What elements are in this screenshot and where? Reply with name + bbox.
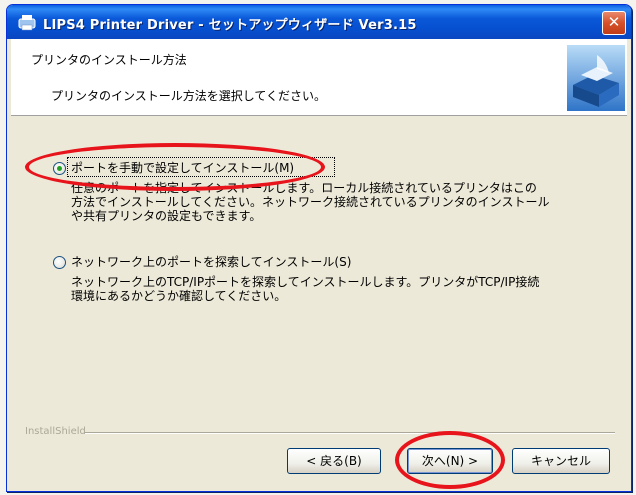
close-icon: ✕ (607, 13, 621, 31)
back-button[interactable]: < 戻る(B) (287, 448, 381, 474)
wizard-header: プリンタのインストール方法 プリンタのインストール方法を選択してください。 (11, 39, 627, 116)
option-search-port-label[interactable]: ネットワーク上のポートを探索してインストール(S) (71, 253, 351, 270)
printer-app-icon (18, 15, 36, 31)
installshield-label: InstallShield (25, 426, 86, 437)
window-title: LIPS4 Printer Driver - セットアップウィザード Ver3.… (43, 18, 417, 33)
page-subtitle: プリンタのインストール方法を選択してください。 (51, 89, 327, 103)
radio-search-port[interactable] (53, 256, 66, 269)
option-manual-port-desc-3: や共有プリンタの設定もできます。 (71, 209, 262, 223)
cancel-button[interactable]: キャンセル (512, 448, 610, 474)
option-search-port-desc-2: 環境にあるかどうか確認してください。 (71, 289, 287, 303)
option-search-port-desc-1: ネットワーク上のTCP/IPポートを探索してインストールします。プリンタがTCP… (71, 275, 540, 289)
annotation-ellipse-next (395, 431, 505, 489)
wizard-graphic-icon (567, 45, 625, 111)
setup-wizard-window: LIPS4 Printer Driver - セットアップウィザード Ver3.… (6, 4, 632, 492)
footer-divider (85, 432, 615, 434)
close-button[interactable]: ✕ (602, 11, 626, 35)
option-manual-port-desc-2: 方法でインストールしてください。ネットワーク接続されているプリンタのインストール (71, 195, 550, 209)
title-bar[interactable]: LIPS4 Printer Driver - セットアップウィザード Ver3.… (7, 5, 631, 39)
page-title: プリンタのインストール方法 (31, 53, 187, 67)
annotation-ellipse-option (25, 143, 325, 191)
